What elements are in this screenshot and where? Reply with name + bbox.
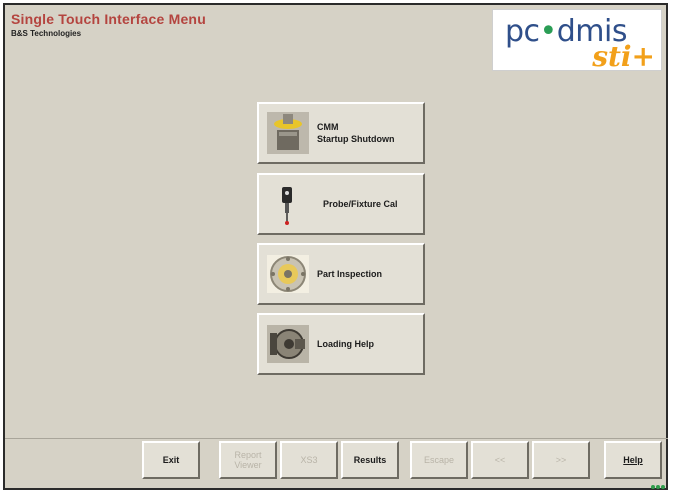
xs3-button[interactable]: XS3	[280, 441, 338, 479]
status-dot	[661, 485, 665, 489]
pcdmis-logo: pc•dmis sti+	[492, 9, 662, 73]
probe-fixture-cal-label: Probe/Fixture Cal	[323, 199, 398, 209]
part-gear-icon	[267, 255, 309, 293]
app-title: Single Touch Interface Menu	[11, 11, 206, 27]
probe-icon	[282, 187, 292, 225]
loading-help-label: Loading Help	[317, 339, 374, 349]
part-inspection-label: Part Inspection	[317, 269, 383, 279]
exit-button[interactable]: Exit	[142, 441, 200, 479]
status-dot	[656, 485, 660, 489]
help-button[interactable]: Help	[604, 441, 662, 479]
cmm-machine-icon	[267, 112, 309, 154]
cmm-startup-shutdown-label: CMM Startup Shutdown	[317, 122, 395, 144]
results-button[interactable]: Results	[341, 441, 399, 479]
part-inspection-button[interactable]: Part Inspection	[257, 243, 425, 305]
cmm-startup-shutdown-button[interactable]: CMM Startup Shutdown	[257, 102, 425, 164]
status-dot	[651, 485, 655, 489]
loading-help-button[interactable]: Loading Help	[257, 313, 425, 375]
logo-sti-mark: sti+	[592, 40, 655, 73]
escape-button[interactable]: Escape	[410, 441, 468, 479]
loading-fixture-icon	[267, 325, 309, 363]
next-button[interactable]: >>	[532, 441, 590, 479]
previous-button[interactable]: <<	[471, 441, 529, 479]
report-viewer-button[interactable]: Report Viewer	[219, 441, 277, 479]
probe-fixture-cal-button[interactable]: Probe/Fixture Cal	[257, 173, 425, 235]
app-subtitle: B&S Technologies	[11, 29, 82, 38]
status-indicator	[651, 485, 665, 489]
